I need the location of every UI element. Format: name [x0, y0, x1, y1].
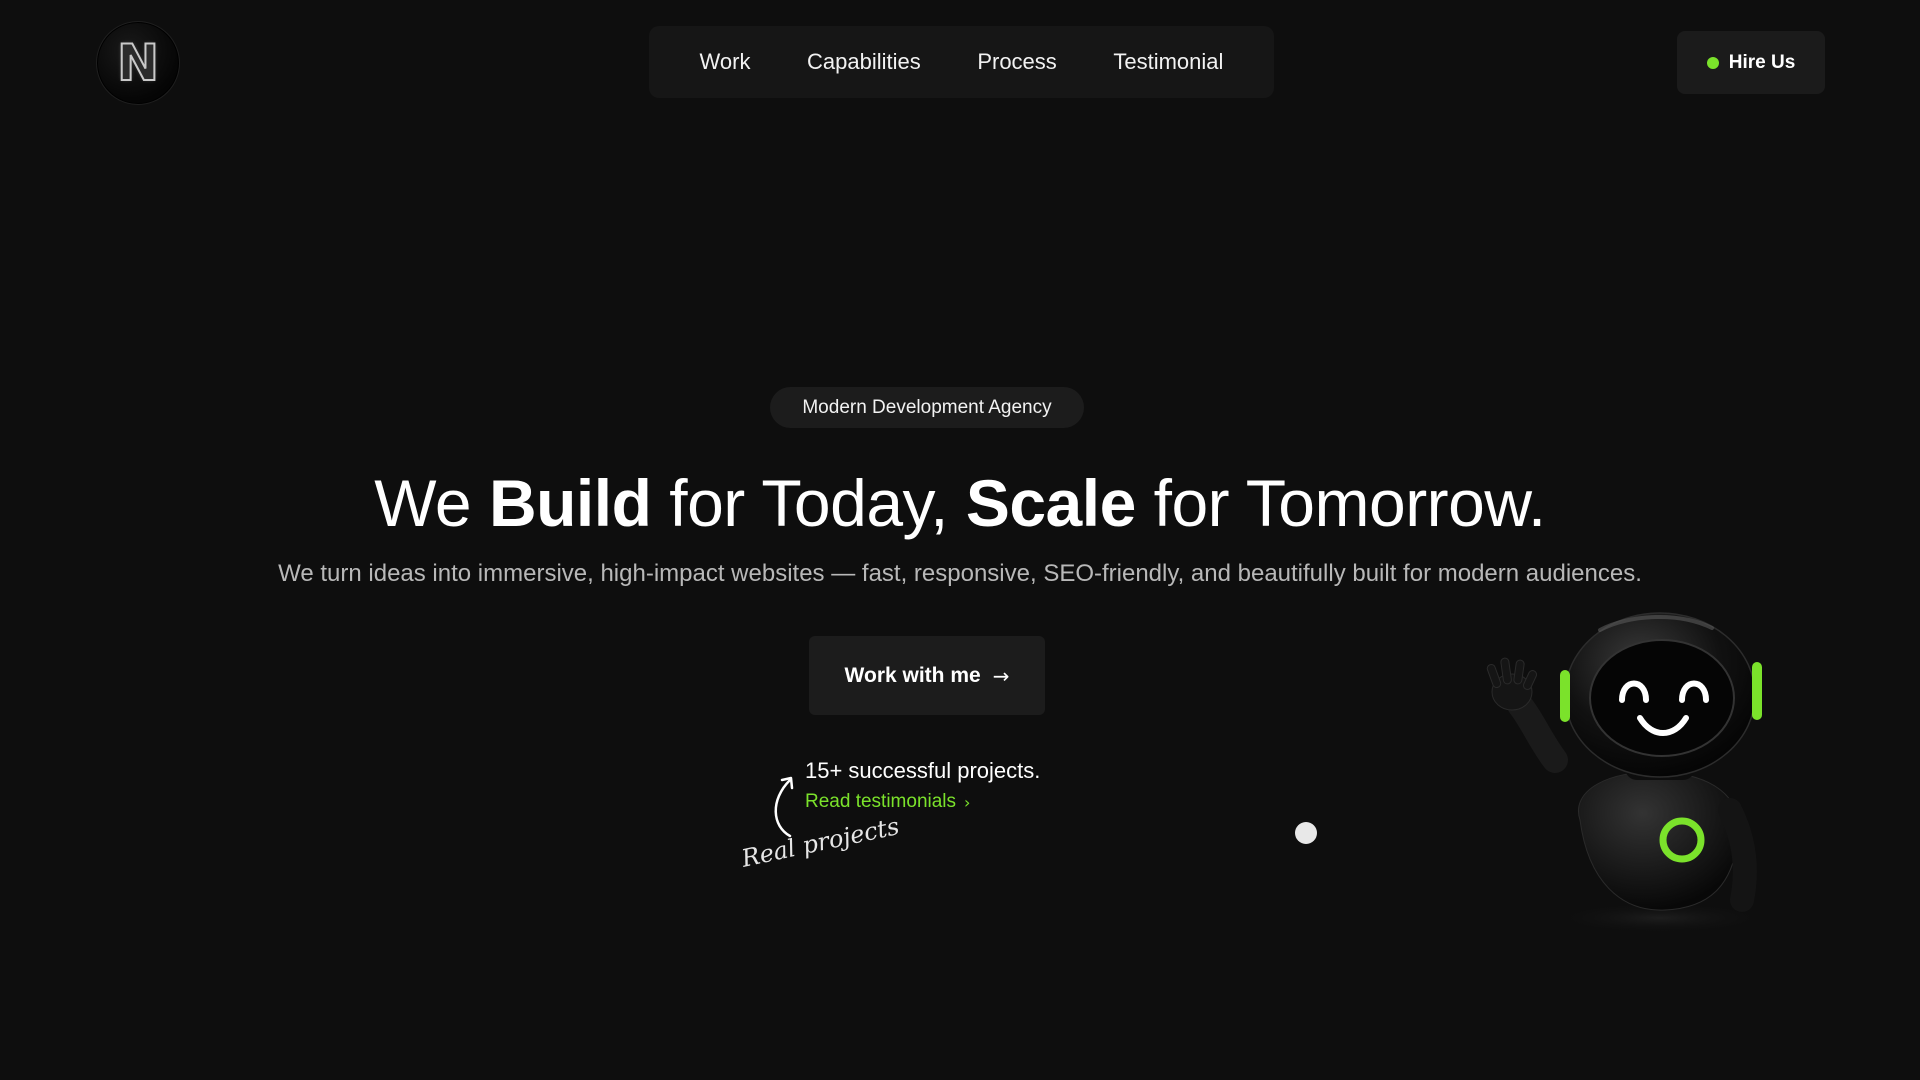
robot-mascot-icon	[1486, 612, 1770, 934]
nav-item-capabilities[interactable]: Capabilities	[793, 39, 935, 85]
curved-arrow-icon	[774, 776, 794, 838]
hero-subheadline: We turn ideas into immersive, high-impac…	[278, 560, 1642, 587]
cursor-dot-icon	[1295, 822, 1317, 844]
logo-letter: N	[116, 34, 160, 92]
hero-headline: We Build for Today, Scale for Tomorrow.	[0, 462, 1920, 544]
status-dot-icon	[1706, 56, 1719, 69]
read-testimonials-link[interactable]: Read testimonials ›	[805, 791, 970, 813]
cta-label: Work with me	[844, 663, 981, 687]
chevron-right-icon: ›	[964, 792, 971, 812]
hero-badge: Modern Development Agency	[770, 387, 1084, 428]
brand-logo[interactable]: N	[96, 21, 180, 105]
nav-item-process[interactable]: Process	[963, 39, 1070, 85]
headline-text: for Tomorrow.	[1135, 466, 1547, 540]
landing-page: N Work Capabilities Process Testimonial …	[0, 0, 1920, 1080]
nav-item-testimonial[interactable]: Testimonial	[1099, 39, 1237, 85]
arrow-right-icon: →	[992, 663, 1010, 688]
handwritten-note: Real projects	[739, 811, 902, 873]
hire-us-button[interactable]: Hire Us	[1677, 31, 1825, 94]
headline-text: We	[374, 466, 489, 540]
projects-count: 15+ successful projects.	[805, 758, 1041, 783]
nav-item-work[interactable]: Work	[686, 39, 765, 85]
work-with-me-button[interactable]: Work with me →	[809, 636, 1045, 715]
headline-emphasis-build: Build	[488, 466, 652, 540]
main-nav: Work Capabilities Process Testimonial	[649, 26, 1274, 98]
hire-us-label: Hire Us	[1728, 51, 1796, 73]
read-testimonials-label: Read testimonials	[805, 791, 957, 812]
headline-text: for Today,	[651, 466, 966, 540]
headline-emphasis-scale: Scale	[965, 466, 1136, 540]
